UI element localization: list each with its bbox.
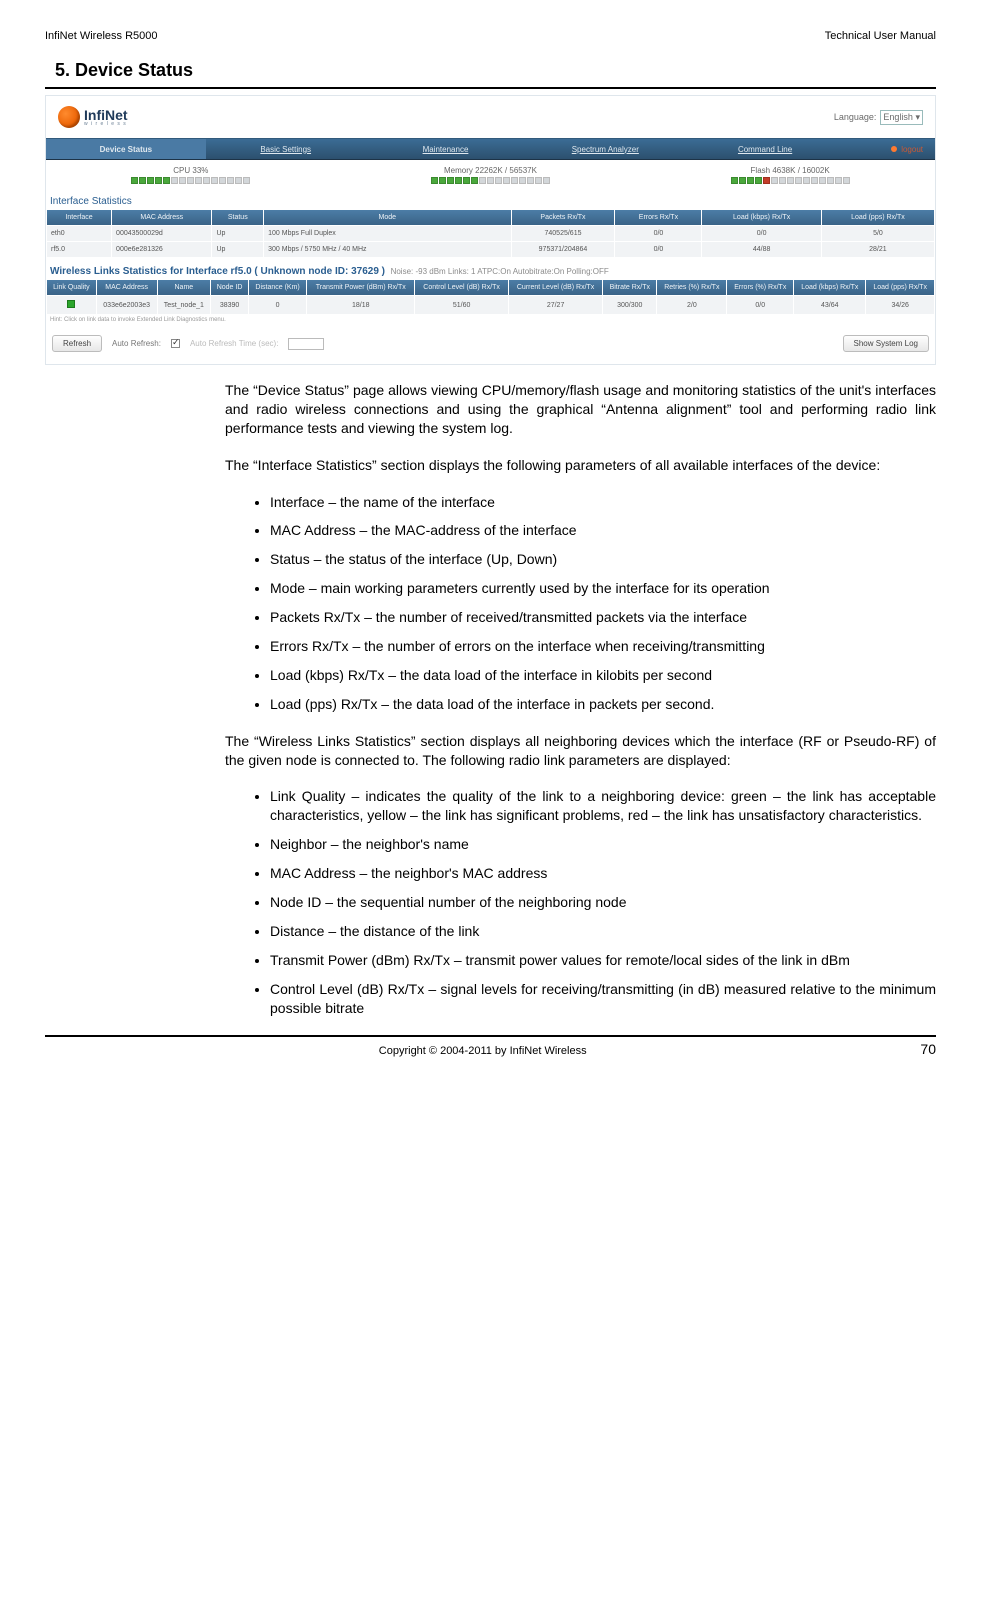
table-hint: Hint: Click on link data to invoke Exten…: [46, 315, 935, 325]
list-item: Node ID – the sequential number of the n…: [270, 893, 936, 912]
auto-refresh-time-input[interactable]: [288, 338, 324, 350]
list-item: MAC Address – the MAC-address of the int…: [270, 521, 936, 540]
list-item: Errors Rx/Tx – the number of errors on t…: [270, 637, 936, 656]
th-load-pps: Load (pps) Rx/Tx: [822, 210, 934, 225]
tab-basic-settings[interactable]: Basic Settings: [206, 139, 366, 159]
list-item: Load (pps) Rx/Tx – the data load of the …: [270, 695, 936, 714]
auto-refresh-label: Auto Refresh:: [112, 339, 161, 348]
list-item: Neighbor – the neighbor's name: [270, 835, 936, 854]
tab-spectrum-analyzer[interactable]: Spectrum Analyzer: [525, 139, 685, 159]
list-item: MAC Address – the neighbor's MAC address: [270, 864, 936, 883]
flash-meter-label: Flash 4638K / 16002K: [751, 166, 830, 175]
list-item: Load (kbps) Rx/Tx – the data load of the…: [270, 666, 936, 685]
tab-device-status[interactable]: Device Status: [46, 139, 206, 159]
wireless-params-list: Link Quality – indicates the quality of …: [270, 787, 936, 1017]
cpu-meter-bar: [131, 177, 250, 184]
wireless-links-sub: Noise: -93 dBm Links: 1 ATPC:On Autobitr…: [391, 267, 609, 276]
auto-refresh-checkbox[interactable]: [171, 339, 180, 348]
wireless-links-title: Wireless Links Statistics for Interface …: [46, 258, 935, 279]
flash-meter-bar: [731, 177, 850, 184]
language-label: Language:: [834, 112, 877, 122]
logo: InfiNet w i r e l e s s: [58, 106, 128, 128]
table-row[interactable]: eth0 00043500029d Up 100 Mbps Full Duple…: [47, 226, 934, 241]
th-mode: Mode: [264, 210, 510, 225]
para-1: The “Device Status” page allows viewing …: [225, 381, 936, 438]
auto-refresh-time-label: Auto Refresh Time (sec):: [190, 339, 278, 348]
page-number: 70: [920, 1041, 936, 1057]
list-item: Control Level (dB) Rx/Tx – signal levels…: [270, 980, 936, 1018]
tabstrip: Device Status Basic Settings Maintenance…: [46, 138, 935, 160]
doc-header-right: Technical User Manual: [825, 30, 936, 42]
list-item: Status – the status of the interface (Up…: [270, 550, 936, 569]
doc-header-left: InfiNet Wireless R5000: [45, 30, 158, 42]
hr-rule: [45, 87, 936, 89]
memory-meter-bar: [431, 177, 550, 184]
logout-link[interactable]: logout: [845, 139, 935, 159]
th-mac: MAC Address: [112, 210, 211, 225]
th-errors: Errors Rx/Tx: [615, 210, 701, 225]
list-item: Interface – the name of the interface: [270, 493, 936, 512]
list-item: Link Quality – indicates the quality of …: [270, 787, 936, 825]
th-interface: Interface: [47, 210, 111, 225]
para-3: The “Wireless Links Statistics” section …: [225, 732, 936, 770]
interface-statistics-table: Interface MAC Address Status Mode Packet…: [46, 209, 935, 258]
tab-command-line[interactable]: Command Line: [685, 139, 845, 159]
copyright: Copyright © 2004-2011 by InfiNet Wireles…: [45, 1045, 920, 1057]
tab-maintenance[interactable]: Maintenance: [366, 139, 526, 159]
wireless-links-table: Link Quality MAC Address Name Node ID Di…: [46, 279, 935, 315]
device-status-screenshot: InfiNet w i r e l e s s Language: Englis…: [45, 95, 936, 365]
interface-params-list: Interface – the name of the interface MA…: [270, 493, 936, 714]
logo-name: InfiNet: [84, 108, 128, 122]
list-item: Distance – the distance of the link: [270, 922, 936, 941]
list-item: Mode – main working parameters currently…: [270, 579, 936, 598]
logo-orb-icon: [58, 106, 80, 128]
th-packets: Packets Rx/Tx: [512, 210, 615, 225]
show-system-log-button[interactable]: Show System Log: [843, 335, 929, 352]
table-row[interactable]: rf5.0 000e6e281326 Up 300 Mbps / 5750 MH…: [47, 242, 934, 257]
section-title: 5. Device Status: [45, 60, 936, 81]
th-status: Status: [212, 210, 263, 225]
chevron-down-icon: ▾: [915, 112, 920, 122]
refresh-button[interactable]: Refresh: [52, 335, 102, 352]
list-item: Transmit Power (dBm) Rx/Tx – transmit po…: [270, 951, 936, 970]
th-load-kbps: Load (kbps) Rx/Tx: [702, 210, 820, 225]
link-quality-led-icon: [67, 300, 75, 308]
table-row[interactable]: 033e6e2003e3 Test_node_1 38390 0 18/18 5…: [47, 296, 934, 314]
cpu-meter-label: CPU 33%: [173, 166, 208, 175]
memory-meter-label: Memory 22262K / 56537K: [444, 166, 537, 175]
para-2: The “Interface Statistics” section displ…: [225, 456, 936, 475]
list-item: Packets Rx/Tx – the number of received/t…: [270, 608, 936, 627]
language-select[interactable]: English ▾: [880, 110, 923, 125]
logo-sub: w i r e l e s s: [84, 122, 128, 127]
interface-statistics-title: Interface Statistics: [46, 188, 935, 209]
